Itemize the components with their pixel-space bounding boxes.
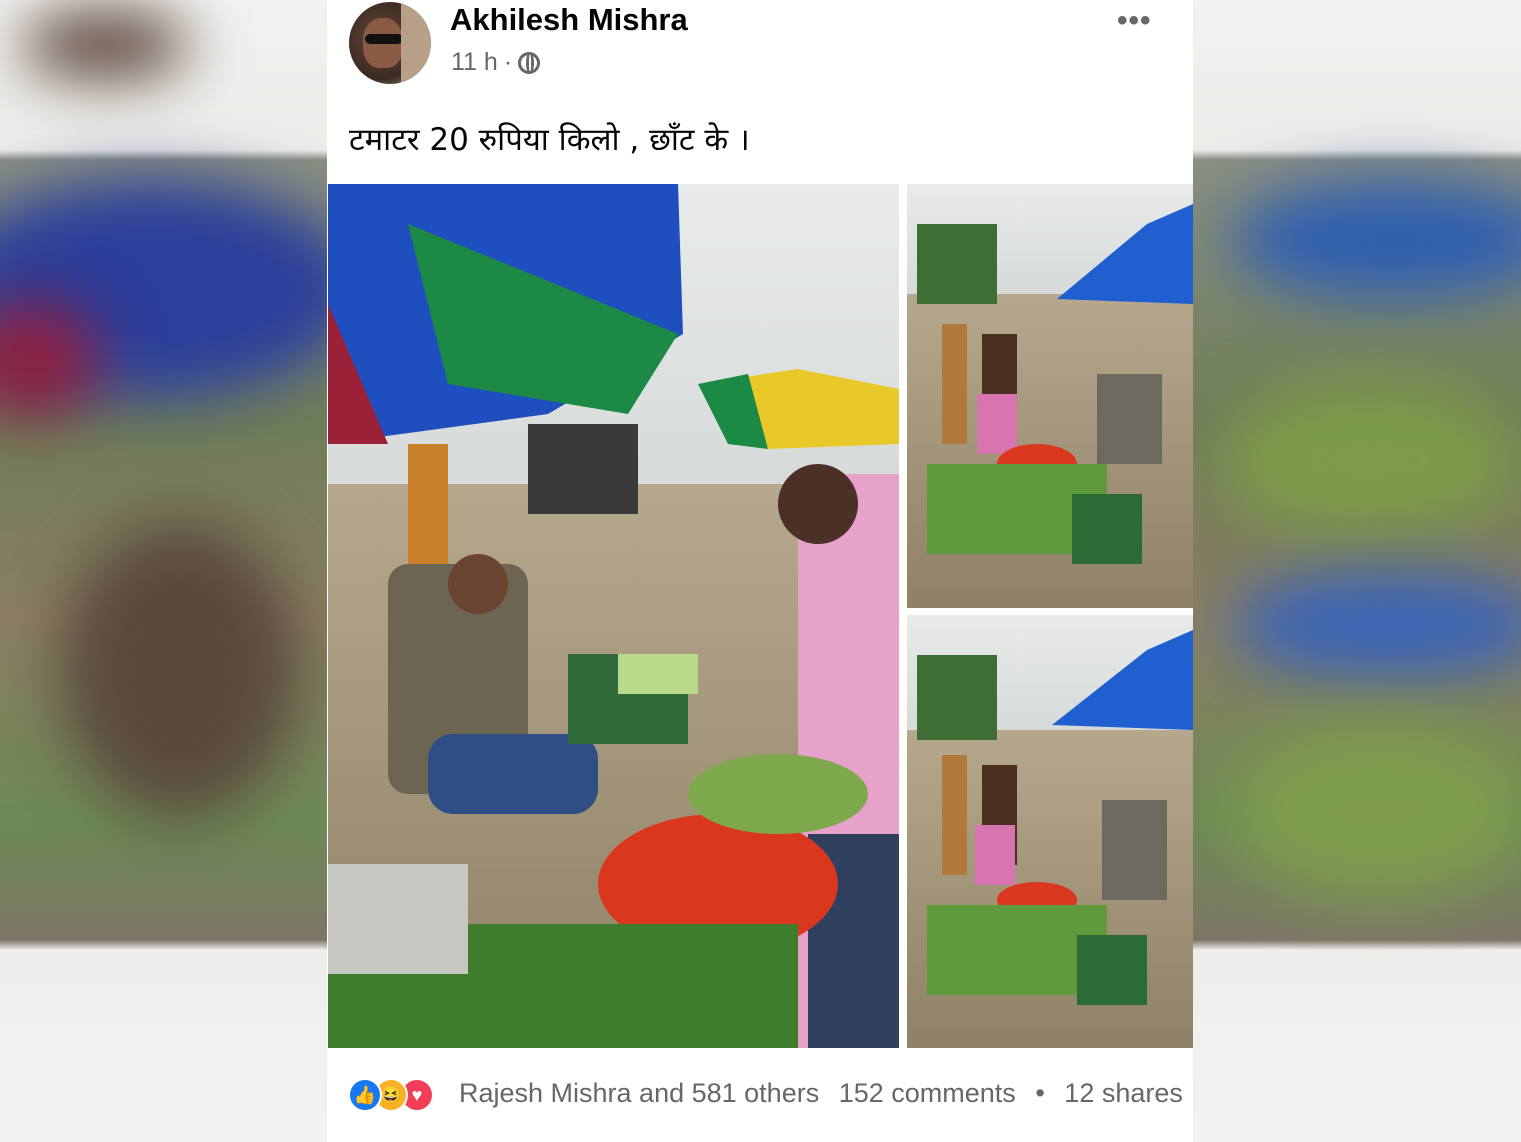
blurred-avatar-left xyxy=(20,10,190,80)
man-standing xyxy=(942,324,967,444)
post-time[interactable]: 11 h xyxy=(451,48,498,77)
photo-top-right[interactable] xyxy=(907,184,1193,608)
snack-packets xyxy=(408,444,448,564)
weighing-scale xyxy=(328,864,468,974)
photo-top-drawing xyxy=(917,204,1193,564)
reaction-summary[interactable]: Rajesh Mishra and 581 others xyxy=(459,1078,819,1108)
globe-icon[interactable] xyxy=(518,51,541,74)
umbrella-blue xyxy=(1052,630,1193,730)
cart xyxy=(528,424,638,514)
vendor xyxy=(1097,374,1162,464)
facebook-post: Akhilesh Mishra 11 h · ••• टमाटर 20 रुपि… xyxy=(327,0,1193,1142)
meta-separator: · xyxy=(503,48,513,76)
man-standing xyxy=(942,755,967,875)
post-text: टमाटर 20 रुपिया किलो , छाँट के । xyxy=(349,122,750,158)
reaction-summary-row: Rajesh Mishra and 581 others 152 comment… xyxy=(459,1078,1195,1109)
umbrella-blue xyxy=(1057,204,1193,304)
woman-sitting xyxy=(977,394,1017,454)
photo-main-drawing xyxy=(328,184,899,1048)
vendor-head xyxy=(448,554,508,614)
blurred-vegetables-right xyxy=(1220,380,1520,540)
blurred-umbrella-right-2 xyxy=(1230,570,1521,680)
cucumber-crate xyxy=(1072,494,1142,564)
author-avatar[interactable] xyxy=(349,2,431,84)
vendor-jeans xyxy=(428,734,598,814)
photo-main[interactable] xyxy=(328,184,899,1048)
cucumber-crate xyxy=(1077,935,1147,1005)
woman-sitting xyxy=(975,825,1015,885)
photo-bottom-right[interactable] xyxy=(907,615,1193,1048)
blurred-person-left xyxy=(60,520,300,820)
photo-bottom-drawing xyxy=(917,630,1193,1005)
trees xyxy=(917,224,997,304)
gourd-pile xyxy=(688,754,868,834)
comments-count[interactable]: 152 comments xyxy=(839,1078,1016,1108)
vendor xyxy=(1102,800,1167,900)
like-icon: 👍 xyxy=(348,1078,382,1112)
shares-count[interactable]: 12 shares xyxy=(1064,1078,1183,1108)
more-icon[interactable]: ••• xyxy=(1117,4,1152,38)
cucumbers xyxy=(618,654,698,694)
avatar-sunglasses xyxy=(365,34,403,44)
trees xyxy=(917,655,997,740)
blurred-vegetables-right-2 xyxy=(1230,720,1521,900)
meta-dot: • xyxy=(1035,1078,1045,1108)
author-name[interactable]: Akhilesh Mishra xyxy=(450,2,688,38)
avatar-side xyxy=(401,2,431,84)
post-meta: 11 h · xyxy=(451,48,541,77)
reaction-icons[interactable]: 👍 😆 ♥ xyxy=(348,1078,434,1112)
customer-head xyxy=(778,464,858,544)
blurred-umbrella-right xyxy=(1230,180,1521,300)
